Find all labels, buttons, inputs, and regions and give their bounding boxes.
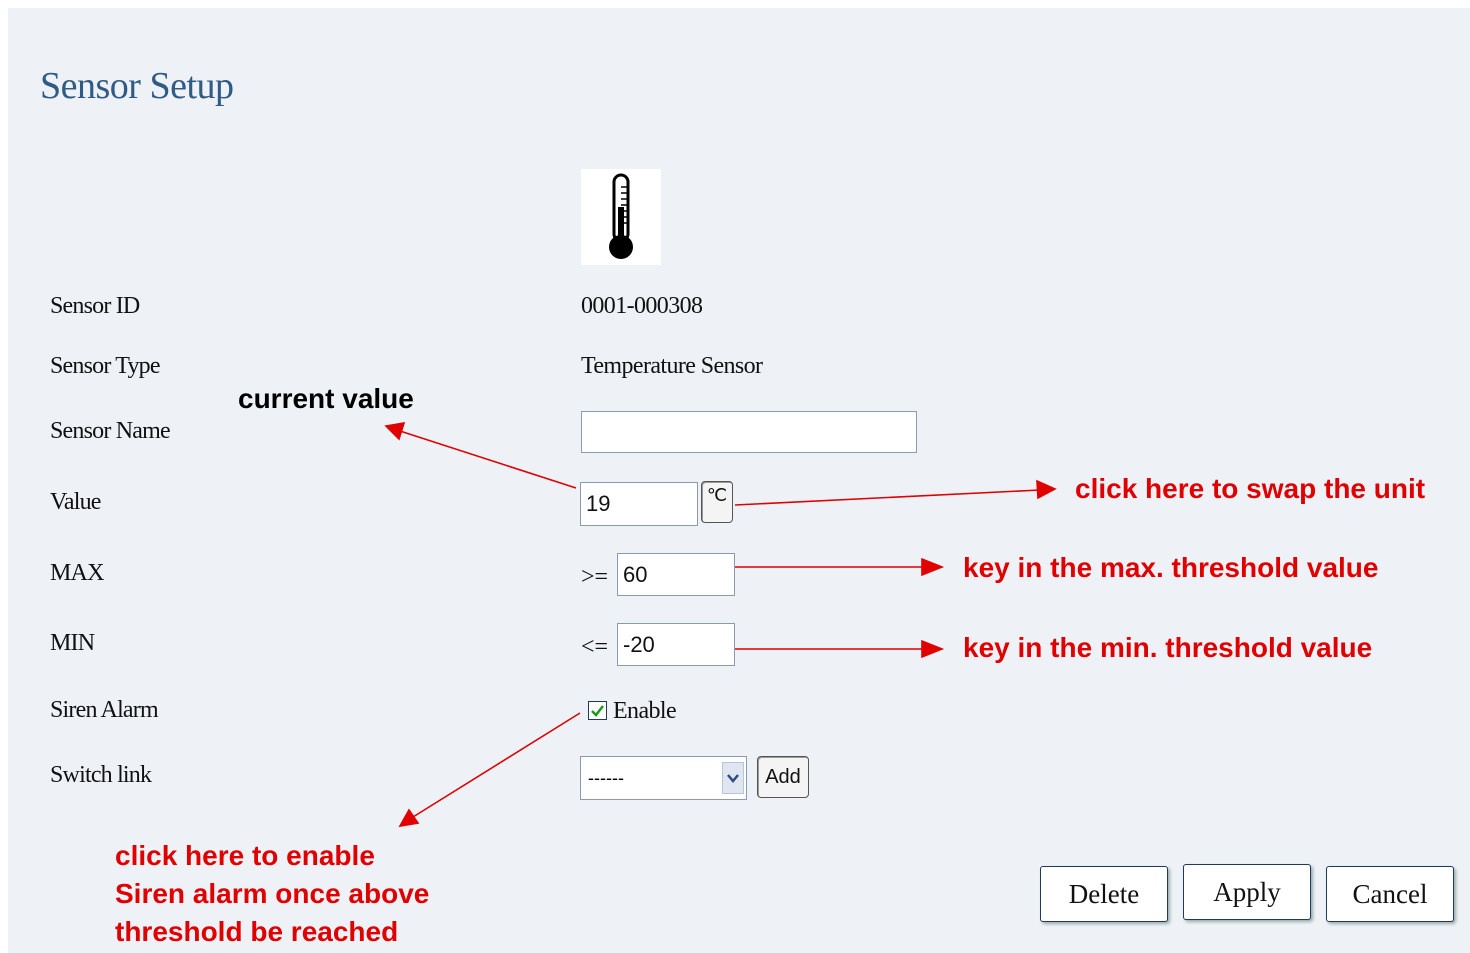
annotation-current-value: current value <box>238 383 414 414</box>
annotation-swap-unit: click here to swap the unit <box>1075 473 1426 504</box>
annotation-max-threshold: key in the max. threshold value <box>963 552 1379 583</box>
annotation-siren-line1: click here to enable <box>115 840 375 871</box>
annotation-siren-line3: threshold be reached <box>115 916 399 947</box>
annotation-siren-line2: Siren alarm once above <box>115 878 430 909</box>
annotation-min-threshold: key in the min. threshold value <box>963 632 1373 663</box>
